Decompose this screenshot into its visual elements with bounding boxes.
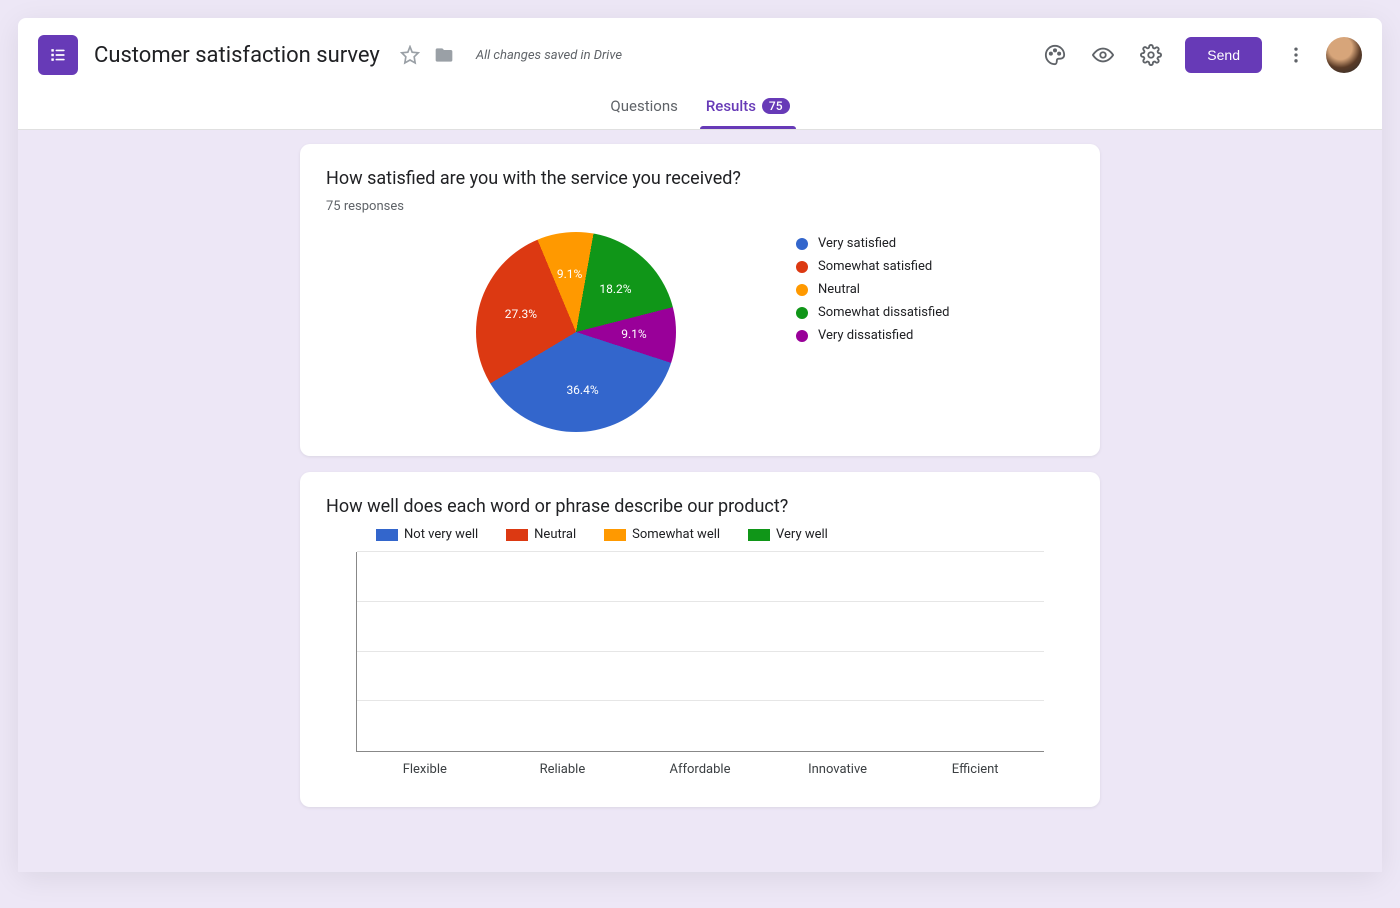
- x-axis-label: Efficient: [915, 762, 1035, 777]
- pie-legend: Very satisfied Somewhat satisfied Neutral S…: [796, 236, 949, 343]
- legend-label: Very satisfied: [818, 236, 896, 251]
- pie-slice-label: 27.3%: [505, 307, 537, 321]
- preview-eye-icon[interactable]: [1083, 35, 1123, 75]
- x-axis-label: Reliable: [502, 762, 622, 777]
- bar-legend-item: Somewhat well: [604, 527, 720, 542]
- pie-slice-label: 9.1%: [621, 327, 646, 341]
- x-axis-label: Flexible: [365, 762, 485, 777]
- forms-logo-icon[interactable]: [38, 35, 78, 75]
- document-title[interactable]: Customer satisfaction survey: [94, 43, 380, 68]
- question-title: How well does each word or phrase descri…: [326, 496, 1074, 517]
- results-body: How satisfied are you with the service y…: [18, 130, 1382, 872]
- more-menu-icon[interactable]: [1276, 35, 1316, 75]
- legend-swatch-icon: [796, 307, 808, 319]
- pie-slice-label: 18.2%: [599, 282, 631, 296]
- bar-chart: [356, 552, 1044, 752]
- pie-chart: 36.4% 27.3% 9.1% 18.2% 9.1%: [476, 232, 676, 432]
- legend-swatch-icon: [748, 529, 770, 541]
- header-bar: Customer satisfaction survey All changes…: [18, 18, 1382, 82]
- legend-swatch-icon: [796, 261, 808, 273]
- legend-item: Very dissatisfied: [796, 328, 949, 343]
- legend-label: Somewhat well: [632, 527, 720, 542]
- pie-slice-label: 9.1%: [557, 267, 582, 281]
- legend-label: Neutral: [534, 527, 576, 542]
- legend-swatch-icon: [796, 284, 808, 296]
- tab-questions[interactable]: Questions: [596, 82, 691, 129]
- response-card-bar: How well does each word or phrase descri…: [300, 472, 1100, 807]
- question-title: How satisfied are you with the service y…: [326, 168, 1074, 189]
- legend-swatch-icon: [376, 529, 398, 541]
- bar-legend-item: Neutral: [506, 527, 576, 542]
- x-axis-label: Innovative: [778, 762, 898, 777]
- bar-legend-item: Not very well: [376, 527, 478, 542]
- send-button[interactable]: Send: [1185, 37, 1262, 73]
- save-status-text: All changes saved in Drive: [476, 48, 622, 63]
- legend-label: Neutral: [818, 282, 860, 297]
- pie-slice-label: 36.4%: [566, 383, 598, 397]
- legend-label: Somewhat satisfied: [818, 259, 932, 274]
- legend-label: Somewhat dissatisfied: [818, 305, 949, 320]
- folder-icon[interactable]: [432, 43, 456, 67]
- x-axis-label: Affordable: [640, 762, 760, 777]
- responses-count-text: 75 responses: [326, 199, 1074, 214]
- star-icon[interactable]: [398, 43, 422, 67]
- legend-item: Somewhat satisfied: [796, 259, 949, 274]
- results-count-badge: 75: [762, 98, 790, 114]
- response-card-pie: How satisfied are you with the service y…: [300, 144, 1100, 456]
- app-window: Customer satisfaction survey All changes…: [18, 18, 1382, 872]
- tab-results[interactable]: Results 75: [692, 82, 804, 129]
- settings-gear-icon[interactable]: [1131, 35, 1171, 75]
- legend-swatch-icon: [506, 529, 528, 541]
- legend-swatch-icon: [796, 238, 808, 250]
- legend-swatch-icon: [604, 529, 626, 541]
- tab-bar: Questions Results 75: [18, 82, 1382, 130]
- legend-swatch-icon: [796, 330, 808, 342]
- bar-x-axis: Flexible Reliable Affordable Innovative Effi…: [356, 762, 1044, 777]
- bar-legend: Not very well Neutral Somewhat well Very we…: [356, 527, 1044, 542]
- tab-results-label: Results: [706, 97, 756, 115]
- legend-item: Very satisfied: [796, 236, 949, 251]
- legend-item: Somewhat dissatisfied: [796, 305, 949, 320]
- bar-legend-item: Very well: [748, 527, 828, 542]
- account-avatar[interactable]: [1326, 37, 1362, 73]
- legend-label: Not very well: [404, 527, 478, 542]
- legend-label: Very dissatisfied: [818, 328, 913, 343]
- legend-label: Very well: [776, 527, 828, 542]
- theme-palette-icon[interactable]: [1035, 35, 1075, 75]
- legend-item: Neutral: [796, 282, 949, 297]
